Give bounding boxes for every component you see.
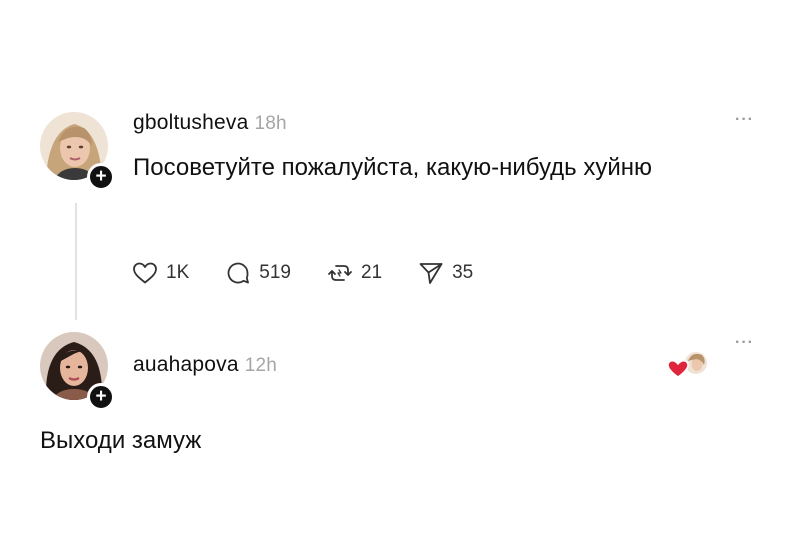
reply-author: auahapova 12h [133,353,277,377]
heart-icon [133,262,157,284]
share-count: 35 [452,262,474,283]
like-count: 1K [166,262,190,283]
repost-icon [328,265,352,281]
reply-username[interactable]: auahapova [133,353,239,376]
reply-timestamp: 12h [244,355,278,376]
threads-screen: + gboltusheva 18h ··· Посоветуйте пожалуй… [0,0,800,550]
post-username[interactable]: gboltusheva [133,111,248,134]
post-text: Посоветуйте пожалуйста, какую-нибудь хуй… [133,154,652,181]
like-button[interactable]: 1K [132,261,189,285]
reply-text: Выходи замуж [40,427,202,454]
post-timestamp: 18h [254,113,287,134]
send-icon [419,263,443,284]
thread-line [75,203,77,320]
reply-button[interactable]: 519 [225,260,291,286]
repost-count: 21 [360,262,383,283]
author-liked-heart-icon [667,350,709,378]
post-more-icon[interactable]: ··· [735,111,754,129]
comment-icon [227,262,250,284]
reply-more-icon[interactable]: ··· [735,334,754,352]
repost-button[interactable]: 21 [327,260,382,286]
author-liked-indicator [666,348,710,382]
share-button[interactable]: 35 [418,260,473,286]
post-author: gboltusheva 18h [133,111,287,135]
reply-follow-plus-icon[interactable]: + [87,383,115,411]
post-follow-plus-icon[interactable]: + [87,163,115,191]
post-actions: 1K 519 21 35 [132,255,509,291]
reply-count: 519 [259,262,291,283]
